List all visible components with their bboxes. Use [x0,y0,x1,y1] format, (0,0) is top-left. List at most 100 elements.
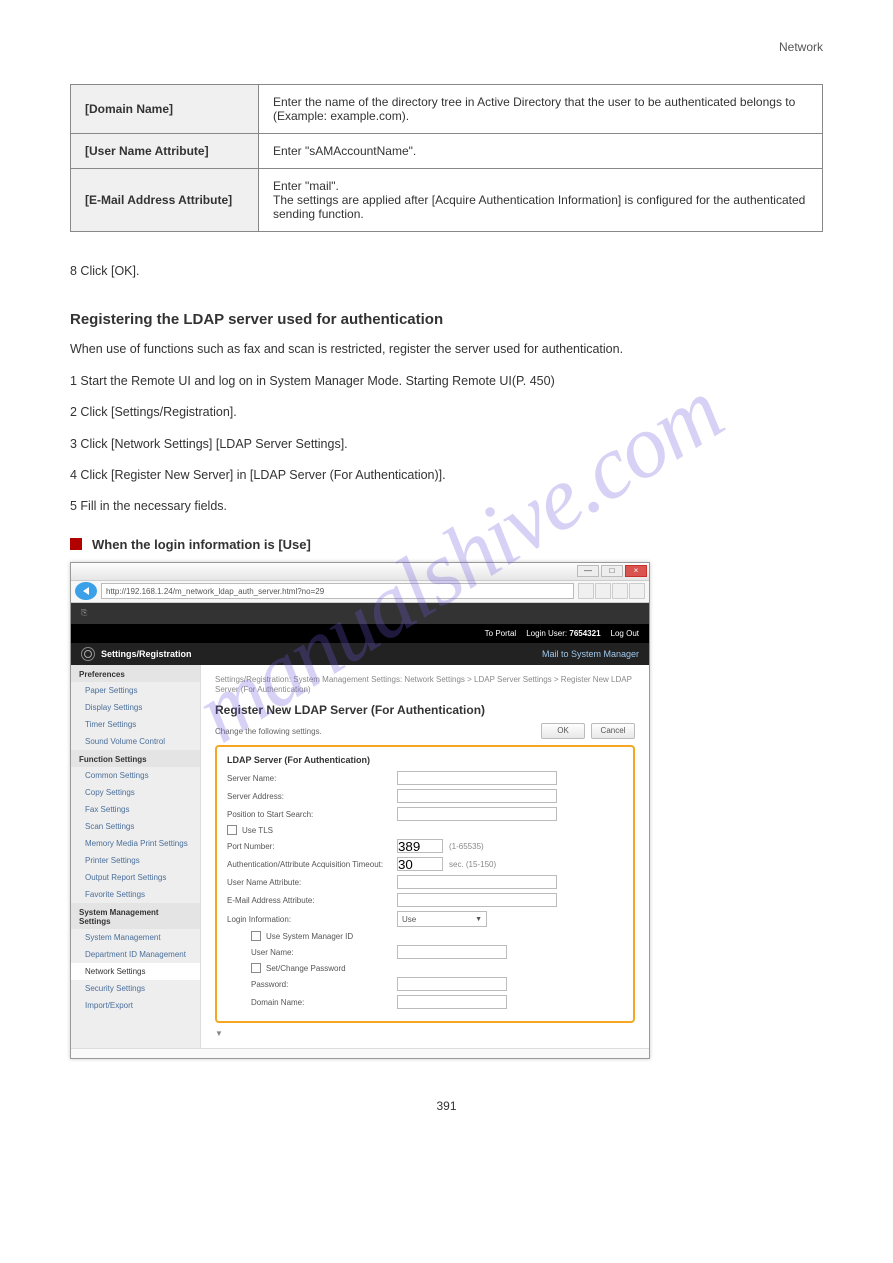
password-input[interactable] [397,977,507,991]
setchange-checkbox[interactable] [251,963,261,973]
sidebar-item-printer[interactable]: Printer Settings [71,852,200,869]
use-sysmgr-checkbox[interactable] [251,931,261,941]
close-button[interactable]: × [625,565,647,577]
label-server-address: Server Address: [227,792,397,801]
minimize-button[interactable]: — [577,565,599,577]
label-domain: Domain Name: [251,998,397,1007]
step-2: 2 Click [Settings/Registration]. [70,403,823,422]
sidebar-item-copy[interactable]: Copy Settings [71,784,200,801]
box-title: LDAP Server (For Authentication) [227,755,623,765]
browser-tabbar: ⎘ [71,603,649,625]
home-icon[interactable] [595,583,611,599]
use-tls-checkbox[interactable] [227,825,237,835]
content-pane: Settings/Registration: System Management… [201,665,649,1049]
gear-icon [81,647,95,661]
page-number: 391 [70,1099,823,1113]
sidebar-section-preferences: Preferences [71,665,200,682]
mail-attr-input[interactable] [397,893,557,907]
step-5: 5 Fill in the necessary fields. [70,497,823,516]
label-use-sysmgr: Use System Manager ID [266,932,353,941]
label-mail-attr: E-Mail Address Attribute: [227,896,397,905]
label-setchange: Set/Change Password [266,964,346,973]
portal-link[interactable]: To Portal [485,629,517,638]
sidebar-item-display[interactable]: Display Settings [71,699,200,716]
port-range: (1-65535) [449,842,484,851]
browser-tab[interactable]: ⎘ [71,608,97,618]
sidebar-section-system: System Management Settings [71,903,200,929]
page-title: Register New LDAP Server (For Authentica… [215,703,635,717]
form-box: LDAP Server (For Authentication) Server … [215,745,635,1023]
label-username: User Name: [251,948,397,957]
sidebar-item-scan[interactable]: Scan Settings [71,818,200,835]
table-row: [E-Mail Address Attribute] Enter "mail".… [71,169,823,232]
sidebar-item-fax[interactable]: Fax Settings [71,801,200,818]
domain-input[interactable] [397,995,507,1009]
server-name-input[interactable] [397,771,557,785]
cell-label: [E-Mail Address Attribute] [71,169,259,232]
cell-value: Enter the name of the directory tree in … [259,85,823,134]
flag-text: When the login information is [Use] [92,537,311,552]
header-right: Network [779,40,823,54]
browser-toolbar [71,581,649,603]
login-info-select[interactable]: Use▼ [397,911,487,927]
section-heading: Registering the LDAP server used for aut… [70,311,823,328]
sidebar-item-paper[interactable]: Paper Settings [71,682,200,699]
mail-sysmgr-link[interactable]: Mail to System Manager [542,649,639,659]
sidebar-item-deptid[interactable]: Department ID Management [71,946,200,963]
label-timeout: Authentication/Attribute Acquisition Tim… [227,860,397,869]
sidebar-item-output[interactable]: Output Report Settings [71,869,200,886]
favorite-icon[interactable] [612,583,628,599]
spec-table: [Domain Name] Enter the name of the dire… [70,84,823,232]
step-1: 1 Start the Remote UI and log on in Syst… [70,372,823,391]
table-row: [Domain Name] Enter the name of the dire… [71,85,823,134]
label-login-info: Login Information: [227,915,397,924]
portal-topbar: To Portal Login User: 7654321 Log Out [71,625,649,643]
sidebar-item-favorite[interactable]: Favorite Settings [71,886,200,903]
section-intro: When use of functions such as fax and sc… [70,340,823,359]
port-input[interactable] [397,839,443,853]
timeout-unit: sec. (15-150) [449,860,496,869]
flag-icon [70,538,82,550]
maximize-button[interactable]: □ [601,565,623,577]
label-password: Password: [251,980,397,989]
cell-label: [Domain Name] [71,85,259,134]
start-search-input[interactable] [397,807,557,821]
username-input[interactable] [397,945,507,959]
chevron-down-icon: ▼ [475,916,482,923]
sidebar-item-security[interactable]: Security Settings [71,980,200,997]
breadcrumb: Settings/Registration: System Management… [215,675,635,696]
cell-value: Enter "mail". The settings are applied a… [259,169,823,232]
sidebar-item-sysmgmt[interactable]: System Management [71,929,200,946]
timeout-input[interactable] [397,857,443,871]
sidebar-item-importexport[interactable]: Import/Export [71,997,200,1014]
sidebar-item-common[interactable]: Common Settings [71,767,200,784]
label-port: Port Number: [227,842,397,851]
sidebar-item-network[interactable]: Network Settings [71,963,200,980]
arrow-left-icon [83,587,89,595]
tools-icon[interactable] [629,583,645,599]
ok-button[interactable]: OK [541,723,585,739]
cell-value: Enter "sAMAccountName". [259,134,823,169]
sidebar-item-memory[interactable]: Memory Media Print Settings [71,835,200,852]
sidebar-item-sound[interactable]: Sound Volume Control [71,733,200,750]
sidebar-item-timer[interactable]: Timer Settings [71,716,200,733]
refresh-icon[interactable] [578,583,594,599]
settings-bar: Settings/Registration Mail to System Man… [71,643,649,665]
settings-title: Settings/Registration [101,649,192,659]
login-user-id: 7654321 [569,629,600,638]
footer-mark: ▼ [215,1029,635,1038]
cancel-button[interactable]: Cancel [591,723,635,739]
server-address-input[interactable] [397,789,557,803]
back-button[interactable] [75,582,97,600]
ui-footer [71,1048,649,1058]
login-user-label: Login User: 7654321 [526,629,600,638]
cell-label: [User Name Attribute] [71,134,259,169]
label-user-attr: User Name Attribute: [227,878,397,887]
label-server-name: Server Name: [227,774,397,783]
sidebar-section-function: Function Settings [71,750,200,767]
logout-link[interactable]: Log Out [611,629,639,638]
address-input[interactable] [101,583,574,599]
user-attr-input[interactable] [397,875,557,889]
table-row: [User Name Attribute] Enter "sAMAccountN… [71,134,823,169]
label-start-search: Position to Start Search: [227,810,397,819]
